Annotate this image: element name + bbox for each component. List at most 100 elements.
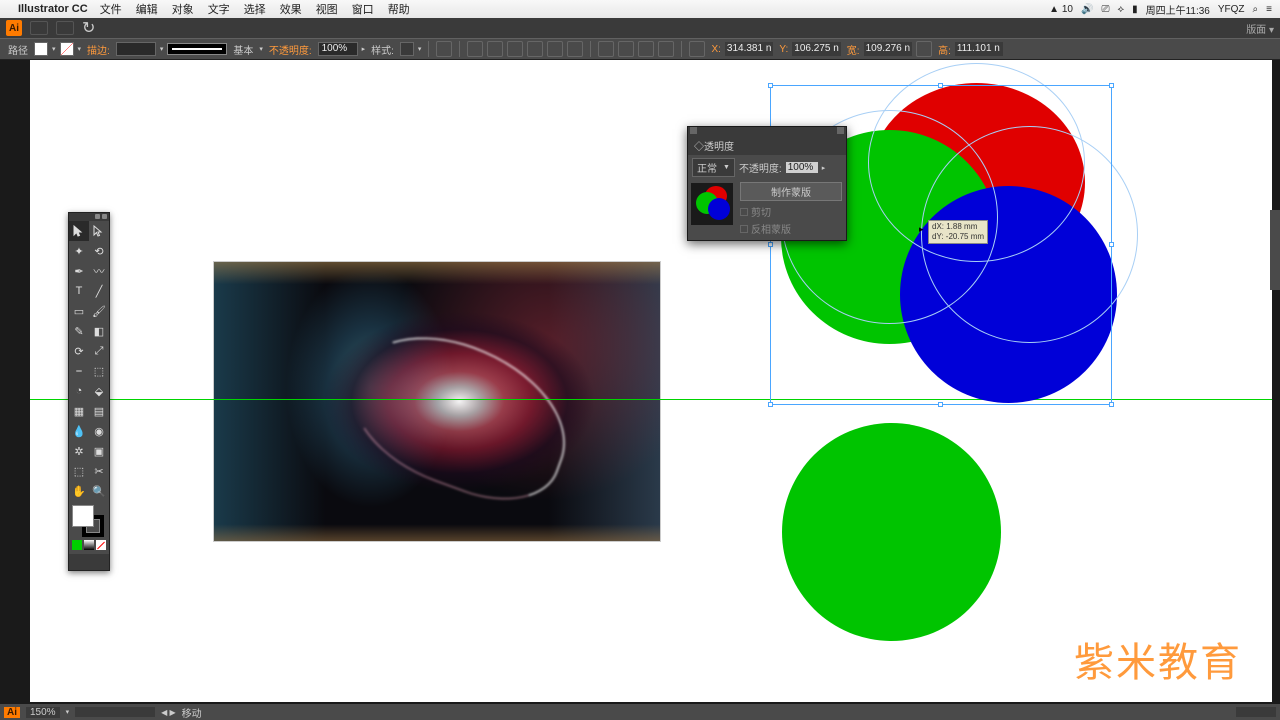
menu-type[interactable]: 文字: [208, 1, 230, 17]
curvature-tool[interactable]: 〰: [89, 261, 109, 281]
selection-tool[interactable]: [69, 221, 89, 241]
scale-tool[interactable]: ⤢: [89, 341, 109, 361]
hand-tool[interactable]: ✋: [69, 481, 89, 501]
brush-preset[interactable]: 基本: [233, 42, 253, 57]
bridge-button[interactable]: [30, 21, 48, 35]
battery-icon[interactable]: ▮: [1132, 4, 1138, 15]
menu-extra-icon[interactable]: ≡: [1266, 4, 1272, 15]
menu-help[interactable]: 帮助: [388, 1, 410, 17]
distribute-2[interactable]: [618, 41, 634, 57]
adobe-tray-icon[interactable]: ▲ 10: [1049, 4, 1073, 15]
zoom-level[interactable]: 150%: [26, 707, 60, 718]
stroke-weight-input[interactable]: [116, 42, 156, 56]
clock[interactable]: 周四上午11:36: [1146, 2, 1210, 17]
menu-edit[interactable]: 编辑: [136, 1, 158, 17]
sync-icon[interactable]: ↻: [82, 18, 95, 38]
transparency-panel[interactable]: ◇透明度 正常▼ 不透明度: 100% ▸ 制作蒙版 剪切 反相蒙版: [687, 126, 847, 241]
zoom-tool[interactable]: 🔍: [89, 481, 109, 501]
color-mode-solid[interactable]: [72, 540, 82, 550]
align-5[interactable]: [547, 41, 563, 57]
distribute-4[interactable]: [658, 41, 674, 57]
rotate-tool[interactable]: ⟳: [69, 341, 89, 361]
line-tool[interactable]: ╱: [89, 281, 109, 301]
app-name[interactable]: Illustrator CC: [18, 3, 88, 15]
h-value[interactable]: 111.101 n: [955, 42, 1003, 56]
width-tool[interactable]: ⎯: [69, 361, 89, 381]
recolor-button[interactable]: [436, 41, 452, 57]
stroke-profile[interactable]: [167, 43, 227, 55]
screen-icon[interactable]: ⎚: [1101, 4, 1109, 15]
arrange-button[interactable]: [56, 21, 74, 35]
menu-window[interactable]: 窗口: [352, 1, 374, 17]
panel-opacity-input[interactable]: 100%: [786, 162, 818, 173]
slice-tool[interactable]: ✂: [89, 461, 109, 481]
magic-wand-tool[interactable]: ✦: [69, 241, 89, 261]
gradient-tool[interactable]: ▤: [89, 401, 109, 421]
shape-builder-tool[interactable]: ◔: [69, 381, 89, 401]
transparency-thumbnail[interactable]: [691, 183, 733, 225]
pencil-tool[interactable]: ✎: [69, 321, 89, 341]
eraser-tool[interactable]: ◧: [89, 321, 109, 341]
distribute-3[interactable]: [638, 41, 654, 57]
align-2[interactable]: [487, 41, 503, 57]
user-label[interactable]: YFQZ: [1218, 4, 1245, 15]
fill-swatch[interactable]: [34, 42, 48, 56]
rectangle-tool[interactable]: ▭: [69, 301, 89, 321]
perspective-tool[interactable]: ⬙: [89, 381, 109, 401]
fill-color[interactable]: [72, 505, 94, 527]
color-mode-none[interactable]: [96, 540, 106, 550]
menu-view[interactable]: 视图: [316, 1, 338, 17]
distribute-1[interactable]: [598, 41, 614, 57]
opacity-input[interactable]: 100%: [318, 42, 358, 56]
paintbrush-tool[interactable]: 🖌: [89, 301, 109, 321]
mesh-tool[interactable]: ▦: [69, 401, 89, 421]
make-mask-button[interactable]: 制作蒙版: [740, 182, 842, 201]
blend-mode-dropdown[interactable]: 正常▼: [692, 158, 735, 177]
align-6[interactable]: [567, 41, 583, 57]
fill-stroke-control[interactable]: [72, 505, 104, 537]
menu-effect[interactable]: 效果: [280, 1, 302, 17]
screen-mode[interactable]: [69, 554, 109, 570]
w-value[interactable]: 109.276 n: [864, 42, 913, 56]
direct-selection-tool[interactable]: [89, 221, 109, 241]
panel-close-icon[interactable]: [690, 127, 697, 134]
blend-tool[interactable]: ◉: [89, 421, 109, 441]
scrollbar-h[interactable]: [1236, 707, 1276, 717]
artboard-tool[interactable]: ⬚: [69, 461, 89, 481]
stroke-swatch[interactable]: [60, 42, 74, 56]
graph-tool[interactable]: ▣: [89, 441, 109, 461]
lasso-tool[interactable]: ⟲: [89, 241, 109, 261]
artboard-nav[interactable]: [75, 707, 155, 717]
stroke-label[interactable]: 描边:: [87, 42, 110, 57]
toolbox-header[interactable]: [69, 213, 109, 221]
symbol-sprayer-tool[interactable]: ✲: [69, 441, 89, 461]
menu-object[interactable]: 对象: [172, 1, 194, 17]
eyedropper-tool[interactable]: 💧: [69, 421, 89, 441]
menu-select[interactable]: 选择: [244, 1, 266, 17]
circle-green-bottom[interactable]: [782, 423, 1001, 641]
menu-file[interactable]: 文件: [100, 1, 122, 17]
clip-checkbox[interactable]: 剪切: [740, 204, 842, 219]
x-value[interactable]: 314.381 n: [725, 42, 774, 56]
volume-icon[interactable]: 🔊: [1081, 4, 1093, 15]
style-swatch[interactable]: [400, 42, 414, 56]
pen-tool[interactable]: ✒: [69, 261, 89, 281]
transform-anchor[interactable]: [689, 41, 705, 57]
align-1[interactable]: [467, 41, 483, 57]
workspace-switcher[interactable]: 版面 ▾: [1246, 21, 1274, 36]
invert-mask-checkbox[interactable]: 反相蒙版: [740, 221, 842, 236]
panel-dock[interactable]: [1270, 210, 1280, 290]
type-tool[interactable]: T: [69, 281, 89, 301]
panel-menu-icon[interactable]: [837, 127, 844, 134]
link-wh-icon[interactable]: [916, 41, 932, 57]
align-3[interactable]: [507, 41, 523, 57]
free-transform-tool[interactable]: ⬚: [89, 361, 109, 381]
y-value[interactable]: 106.275 n: [792, 42, 841, 56]
canvas[interactable]: ▸ dX: 1.88 mm dY: -20.75 mm 紫米教育: [30, 60, 1272, 702]
opacity-label[interactable]: 不透明度:: [269, 42, 312, 57]
color-mode-gradient[interactable]: [84, 540, 94, 550]
placed-image[interactable]: [213, 261, 661, 542]
align-4[interactable]: [527, 41, 543, 57]
wifi-icon[interactable]: ⟡: [1117, 4, 1124, 15]
search-icon[interactable]: ⌕: [1253, 4, 1259, 15]
